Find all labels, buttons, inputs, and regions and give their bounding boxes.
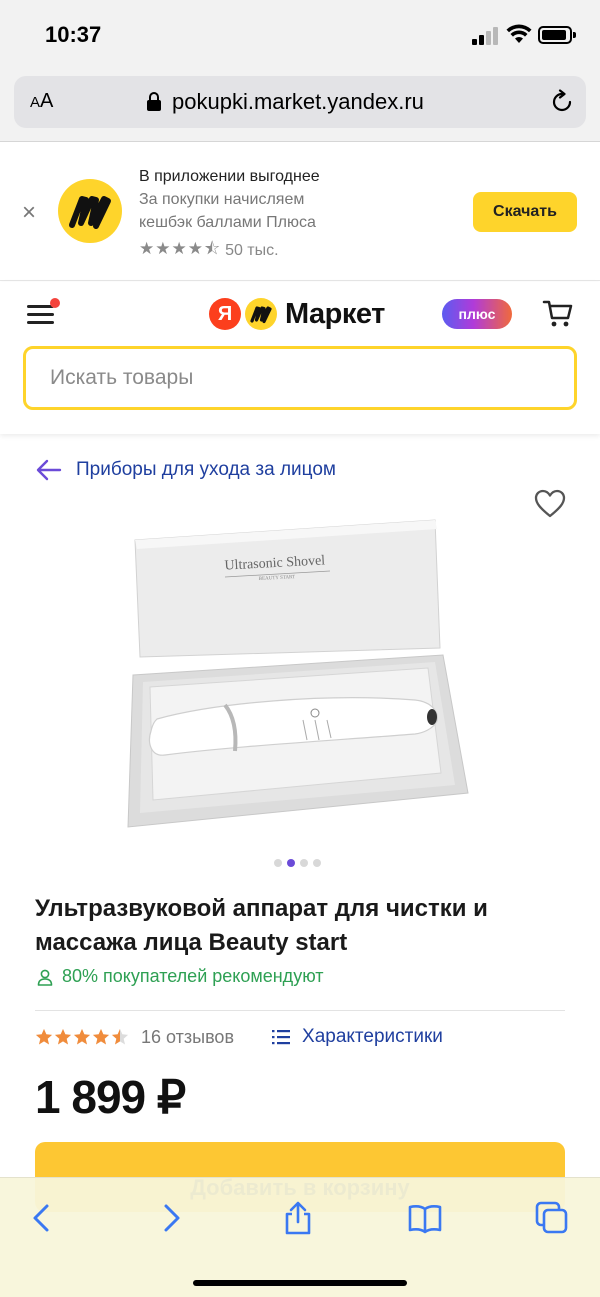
- back-icon[interactable]: [24, 1200, 60, 1236]
- banner-stars-icon: ★★★★⯪: [139, 239, 222, 258]
- home-indicator: [193, 1280, 407, 1286]
- rating-row: 16 отзывов Характеристики: [35, 1026, 443, 1048]
- browser-address-area: AA pokupki.market.yandex.ru: [0, 72, 600, 142]
- half-star-icon: [111, 1028, 129, 1045]
- download-app-button[interactable]: Скачать: [473, 192, 577, 232]
- lock-icon: [147, 92, 161, 112]
- gallery-dots[interactable]: [274, 859, 321, 867]
- notification-dot: [50, 298, 60, 308]
- breadcrumb-label[interactable]: Приборы для ухода за лицом: [76, 459, 336, 481]
- forward-icon[interactable]: [153, 1200, 189, 1236]
- star-icon: [35, 1028, 53, 1045]
- banner-subtitle-line2: кешбэк баллами Плюса: [139, 214, 316, 231]
- banner-subtitle-line1: За покупки начисляем: [139, 191, 305, 208]
- banner-title: В приложении выгоднее: [139, 168, 320, 185]
- star-icon: [54, 1028, 72, 1045]
- logo-text: Маркет: [285, 297, 385, 330]
- reviews-link[interactable]: 16 отзывов: [141, 1027, 234, 1048]
- rating-stars[interactable]: [35, 1028, 129, 1046]
- battery-icon: [538, 26, 576, 44]
- market-app-logo: [58, 179, 122, 243]
- user-icon: [37, 969, 53, 986]
- list-icon[interactable]: [272, 1029, 291, 1045]
- cart-icon[interactable]: [542, 297, 574, 329]
- gallery-dot-active[interactable]: [287, 859, 295, 867]
- reload-icon[interactable]: [549, 89, 575, 115]
- close-icon[interactable]: ×: [22, 199, 36, 227]
- status-time: 10:37: [45, 22, 102, 47]
- product-image[interactable]: Ultrasonic Shovel BEAUTY START: [125, 515, 475, 835]
- tabs-icon[interactable]: [534, 1200, 570, 1236]
- gallery-dot[interactable]: [300, 859, 308, 867]
- banner-rating-count: 50 тыс.: [225, 241, 279, 259]
- star-icon: [92, 1028, 110, 1045]
- browser-toolbar: [0, 1177, 600, 1297]
- breadcrumb[interactable]: Приборы для ухода за лицом: [36, 455, 336, 485]
- url-text[interactable]: pokupki.market.yandex.ru: [172, 89, 424, 115]
- status-bar: 10:37: [0, 0, 600, 72]
- recommendation: 80% покупателей рекомендуют: [36, 966, 324, 987]
- market-m-logo-icon: [69, 196, 111, 229]
- gallery-dot[interactable]: [313, 859, 321, 867]
- product-title: Ультразвуковой аппарат для чистки и масс…: [35, 895, 488, 956]
- search-input[interactable]: [26, 349, 574, 407]
- specs-link[interactable]: Характеристики: [302, 1026, 443, 1048]
- market-m-icon: [245, 298, 277, 330]
- search-box: [23, 346, 577, 410]
- gallery-dot[interactable]: [274, 859, 282, 867]
- divider: [35, 1010, 565, 1011]
- site-header: Я Маркет плюс: [0, 282, 600, 434]
- recommend-text: 80% покупателей рекомендуют: [62, 966, 324, 986]
- app-promo-banner: × В приложении выгоднее За покупки начис…: [0, 143, 600, 281]
- plus-badge[interactable]: плюс: [442, 299, 512, 329]
- star-icon: [73, 1028, 91, 1045]
- hamburger-menu-icon[interactable]: [27, 305, 55, 325]
- cellular-signal-icon: [472, 27, 500, 45]
- wifi-icon: [506, 24, 532, 43]
- address-bar[interactable]: AA pokupki.market.yandex.ru: [14, 76, 586, 128]
- banner-rating: ★★★★⯪ 50 тыс.: [139, 236, 279, 265]
- back-arrow-icon[interactable]: [36, 459, 62, 481]
- yandex-market-logo[interactable]: Я Маркет: [209, 296, 385, 332]
- text-size-button[interactable]: AA: [30, 90, 53, 113]
- bookmarks-icon[interactable]: [407, 1200, 443, 1236]
- share-icon[interactable]: [280, 1200, 316, 1236]
- product-price: 1 899 ₽: [35, 1071, 186, 1123]
- yandex-logo-icon: Я: [209, 298, 241, 330]
- favorite-heart-icon[interactable]: [534, 489, 566, 519]
